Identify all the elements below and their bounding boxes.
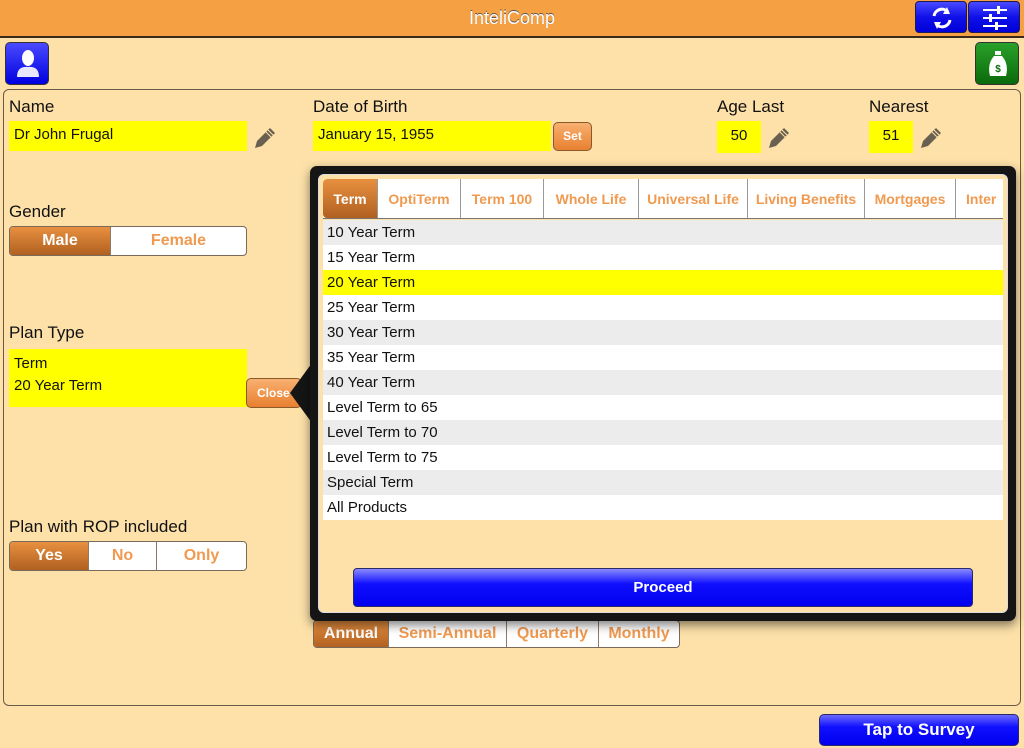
tab-term[interactable]: Term <box>323 179 377 218</box>
tab-inter[interactable]: Inter <box>955 179 1003 218</box>
list-item[interactable]: 25 Year Term <box>323 295 1003 320</box>
money-bag-icon: $ <box>989 51 1007 76</box>
tab-term-100[interactable]: Term 100 <box>460 179 543 218</box>
nearest-label: Nearest <box>869 97 929 116</box>
list-item[interactable]: Level Term to 65 <box>323 395 1003 420</box>
list-item[interactable]: All Products <box>323 495 1003 520</box>
dob-label: Date of Birth <box>313 97 408 116</box>
title-bar: InteliComp <box>0 0 1024 38</box>
list-item[interactable]: 30 Year Term <box>323 320 1003 345</box>
profile-button[interactable] <box>5 42 49 85</box>
rop-label: Plan with ROP included <box>9 517 188 536</box>
popover-content: Term OptiTerm Term 100 Whole Life Univer… <box>318 174 1008 613</box>
proceed-button[interactable]: Proceed <box>353 568 973 607</box>
rop-segmented-control: Yes No Only <box>9 541 247 571</box>
product-list: 10 Year Term 15 Year Term 20 Year Term 2… <box>323 220 1003 520</box>
nearest-age-field[interactable]: 51 <box>869 121 913 153</box>
product-tabs: Term OptiTerm Term 100 Whole Life Univer… <box>323 179 1003 219</box>
age-last-field[interactable]: 50 <box>717 121 761 153</box>
tab-optiterm[interactable]: OptiTerm <box>377 179 460 218</box>
plan-type-category: Term <box>14 355 48 372</box>
frequency-option-annual[interactable]: Annual <box>314 621 388 647</box>
sliders-icon <box>983 6 1007 30</box>
settings-button[interactable] <box>968 1 1020 33</box>
rop-option-only[interactable]: Only <box>156 542 246 570</box>
list-item-selected[interactable]: 20 Year Term <box>323 270 1003 295</box>
list-item[interactable]: Level Term to 70 <box>323 420 1003 445</box>
edit-age-pencil-icon[interactable] <box>765 124 793 152</box>
rop-option-no[interactable]: No <box>88 542 156 570</box>
list-item[interactable]: 40 Year Term <box>323 370 1003 395</box>
plan-type-field[interactable]: Term 20 Year Term <box>9 349 247 407</box>
app-title: InteliComp <box>468 8 556 28</box>
rop-option-yes[interactable]: Yes <box>10 542 88 570</box>
list-item[interactable]: 10 Year Term <box>323 220 1003 245</box>
list-item[interactable]: 35 Year Term <box>323 345 1003 370</box>
payment-frequency-control: Annual Semi-Annual Quarterly Monthly <box>313 620 680 648</box>
refresh-button[interactable] <box>915 1 967 33</box>
edit-nearest-pencil-icon[interactable] <box>917 124 945 152</box>
gender-option-female[interactable]: Female <box>110 227 246 255</box>
gender-segmented-control: Male Female <box>9 226 247 256</box>
plan-picker-popover: Term OptiTerm Term 100 Whole Life Univer… <box>310 166 1016 621</box>
plan-type-label: Plan Type <box>9 323 85 342</box>
tap-to-survey-button[interactable]: Tap to Survey <box>819 714 1019 746</box>
gender-label: Gender <box>9 202 66 221</box>
frequency-option-quarterly[interactable]: Quarterly <box>506 621 598 647</box>
tab-universal-life[interactable]: Universal Life <box>638 179 747 218</box>
frequency-option-monthly[interactable]: Monthly <box>598 621 679 647</box>
edit-name-pencil-icon[interactable] <box>251 124 279 152</box>
refresh-icon <box>932 7 952 29</box>
list-item[interactable]: 15 Year Term <box>323 245 1003 270</box>
tab-whole-life[interactable]: Whole Life <box>543 179 638 218</box>
popover-arrow <box>290 363 312 423</box>
person-icon <box>17 50 39 77</box>
quote-button[interactable]: $ <box>975 42 1019 85</box>
name-label: Name <box>9 97 55 116</box>
set-dob-button[interactable]: Set <box>553 122 592 151</box>
list-item[interactable]: Special Term <box>323 470 1003 495</box>
svg-text:$: $ <box>995 64 1001 75</box>
tab-living-benefits[interactable]: Living Benefits <box>747 179 864 218</box>
list-item[interactable]: Level Term to 75 <box>323 445 1003 470</box>
dob-field[interactable]: January 15, 1955 <box>313 121 551 151</box>
age-last-label: Age Last <box>717 97 785 116</box>
frequency-option-semi-annual[interactable]: Semi-Annual <box>388 621 506 647</box>
plan-type-product: 20 Year Term <box>14 377 103 394</box>
tab-mortgages[interactable]: Mortgages <box>864 179 955 218</box>
gender-option-male[interactable]: Male <box>10 227 110 255</box>
name-field[interactable]: Dr John Frugal <box>9 121 247 151</box>
